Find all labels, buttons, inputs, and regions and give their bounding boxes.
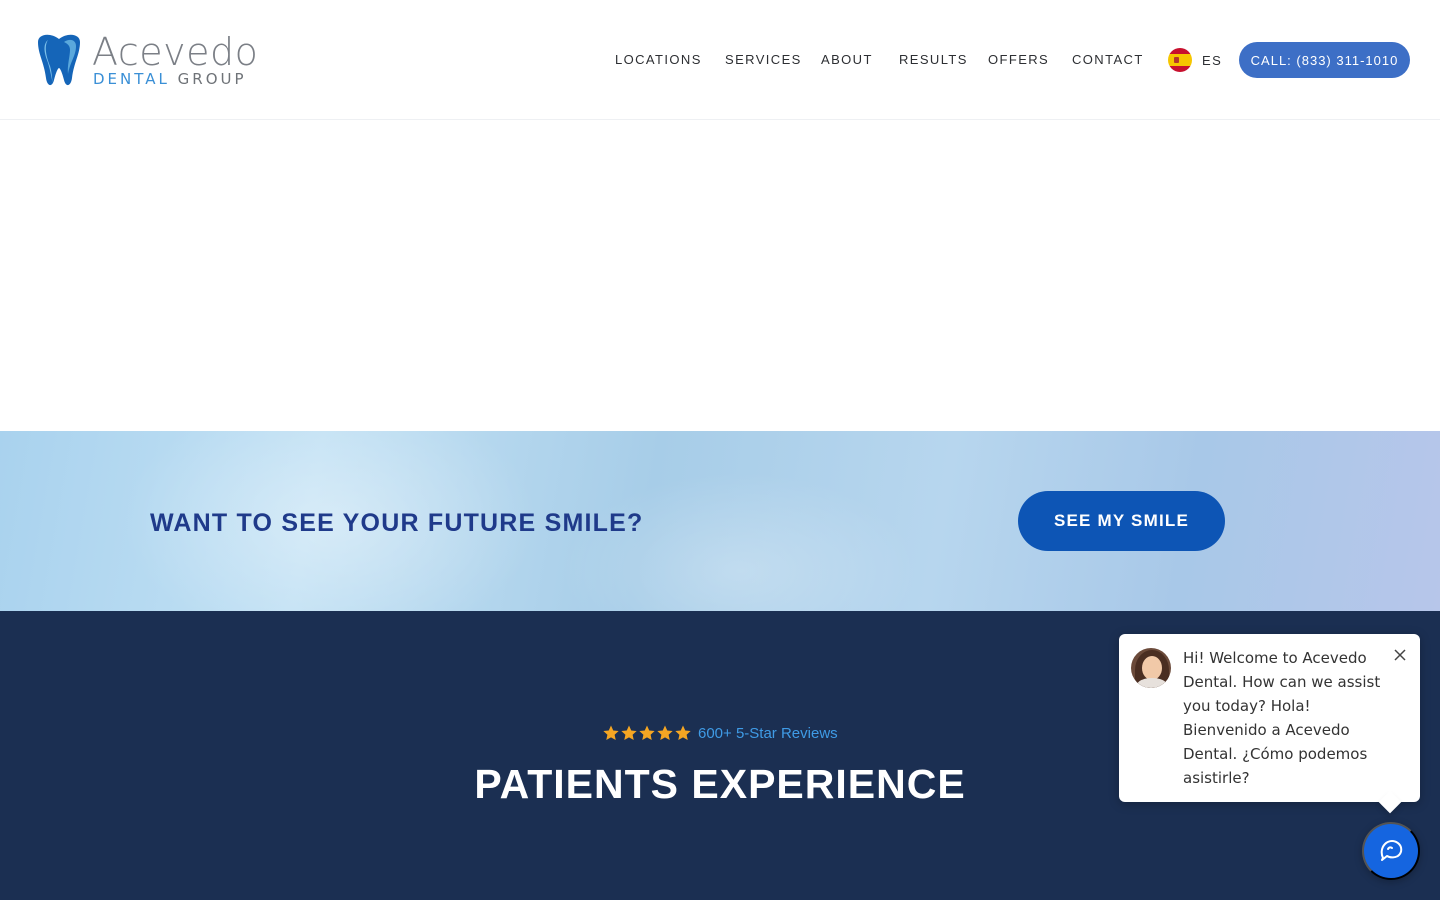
star-icon: [620, 724, 638, 742]
see-my-smile-button[interactable]: SEE MY SMILE: [1018, 491, 1225, 551]
nav-item-results[interactable]: RESULTS: [899, 52, 968, 68]
brand-name: Acevedo: [92, 30, 259, 74]
reviews-rating[interactable]: 600+ 5-Star Reviews: [602, 723, 838, 743]
nav-item-locations[interactable]: LOCATIONS: [615, 52, 702, 68]
reviews-count-link[interactable]: 600+ 5-Star Reviews: [698, 725, 838, 742]
future-smile-banner: WANT TO SEE YOUR FUTURE SMILE? SEE MY SM…: [0, 431, 1440, 611]
nav-item-offers[interactable]: OFFERS: [988, 52, 1049, 68]
nav-item-services[interactable]: SERVICES: [725, 52, 802, 68]
nav-item-about[interactable]: ABOUT: [821, 52, 873, 68]
banner-glow-secondary: [560, 471, 920, 611]
nav-item-contact[interactable]: CONTACT: [1072, 52, 1144, 68]
agent-avatar: [1131, 648, 1171, 688]
smile-banner-title: WANT TO SEE YOUR FUTURE SMILE?: [150, 509, 644, 537]
language-switcher[interactable]: ES: [1168, 48, 1222, 72]
language-label: ES: [1202, 52, 1223, 68]
star-icon: [638, 724, 656, 742]
brand-sub-dental: DENTAL: [93, 70, 170, 88]
chat-welcome-popup[interactable]: Hi! Welcome to Acevedo Dental. How can w…: [1119, 634, 1420, 814]
spain-flag-icon: [1168, 48, 1192, 72]
chat-launcher-button[interactable]: [1362, 822, 1420, 880]
chat-welcome-message: Hi! Welcome to Acevedo Dental. How can w…: [1183, 649, 1381, 787]
star-icon: [656, 724, 674, 742]
site-header: Acevedo DENTAL GROUP LOCATIONS SERVICES …: [0, 0, 1440, 120]
tooth-logo-icon: [34, 32, 84, 88]
call-button[interactable]: CALL: (833) 311-1010: [1239, 42, 1410, 78]
brand-subtitle: DENTAL GROUP: [93, 70, 247, 88]
close-icon[interactable]: [1391, 646, 1409, 664]
brand-sub-group: GROUP: [177, 70, 247, 88]
star-icon: [602, 724, 620, 742]
chat-bubble-icon: [1377, 836, 1405, 867]
brand-logo[interactable]: Acevedo DENTAL GROUP: [34, 32, 274, 90]
star-icon: [674, 724, 692, 742]
